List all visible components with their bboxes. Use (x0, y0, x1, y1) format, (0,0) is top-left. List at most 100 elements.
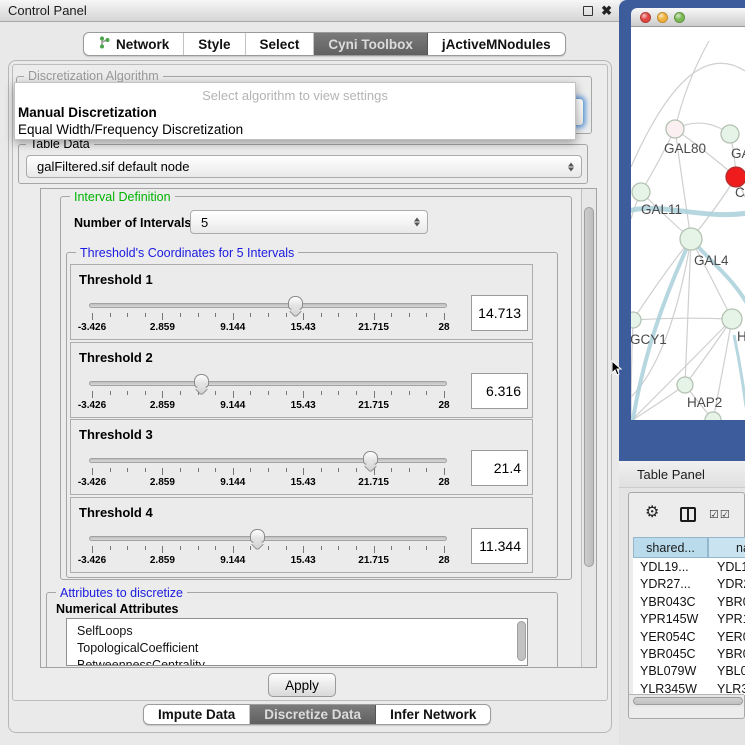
dropdown-item-equal-width[interactable]: Equal Width/Frequency Discretization (18, 122, 243, 137)
network-node[interactable] (680, 228, 702, 250)
table-row-cell[interactable]: YDR2 (717, 577, 745, 591)
traffic-light-close-icon[interactable] (640, 12, 651, 23)
attributes-list-scrollbar[interactable] (517, 619, 527, 665)
network-node[interactable] (631, 312, 641, 328)
select-columns-checkboxes-icon[interactable]: ☑☑ (709, 508, 731, 521)
threshold-slider-track[interactable] (89, 381, 447, 386)
threshold-slider-track[interactable] (89, 458, 447, 463)
threshold-value-field[interactable]: 11.344 (471, 528, 528, 564)
tab-infer-network[interactable]: Infer Network (376, 705, 490, 724)
threshold-value-field[interactable]: 14.713 (471, 295, 528, 331)
network-node-selected[interactable] (726, 167, 745, 187)
tab-label: Cyni Toolbox (328, 37, 413, 52)
network-edge[interactable] (691, 239, 732, 319)
attributes-list-scrollbar-thumb[interactable] (517, 621, 526, 661)
settings-scrollbar[interactable] (581, 189, 596, 667)
traffic-light-zoom-icon[interactable] (674, 12, 685, 23)
table-data-combobox[interactable]: galFiltered.sif default node (26, 155, 582, 178)
threshold-panel: Threshold 2-3.4262.8599.14415.4321.71528… (70, 342, 533, 418)
network-node[interactable] (721, 125, 739, 143)
table-rows[interactable]: YDL19... YDL1 YDR27... YDR2 YBR043C YBR0 YPR14… (633, 558, 745, 695)
tab-impute-data[interactable]: Impute Data (144, 705, 250, 724)
table-row-cell[interactable]: YBL0 (717, 664, 745, 678)
network-edge-highlighted[interactable] (691, 239, 745, 305)
table-row-cell[interactable]: YBR045C (640, 647, 696, 661)
apply-button[interactable]: Apply (268, 673, 336, 697)
slider-tick-label: -3.426 (78, 477, 106, 488)
slider-tick-mark (162, 546, 163, 553)
slider-tick-mark (338, 391, 339, 395)
float-window-icon[interactable] (583, 6, 593, 16)
table-row-cell[interactable]: YDR27... (640, 577, 691, 591)
threshold-slider-track[interactable] (89, 536, 447, 541)
table-header-shared-name[interactable]: shared... (633, 537, 708, 558)
number-of-intervals-combobox[interactable]: 5 (190, 210, 428, 234)
attribute-list-item[interactable]: TopologicalCoefficient (67, 640, 527, 657)
traffic-light-minimize-icon[interactable] (657, 12, 668, 23)
table-row-cell[interactable]: YDL19... (640, 560, 689, 574)
slider-tick-mark (110, 313, 111, 317)
table-row-cell[interactable]: YBR043C (640, 595, 696, 609)
tab-network[interactable]: Network (84, 33, 184, 55)
network-canvas[interactable]: GAL80GACGAL11GAL4GCY1HHAP2 (631, 27, 745, 420)
dropdown-placeholder-item[interactable]: Select algorithm to view settings (15, 88, 575, 103)
tab-jactivemnodules[interactable]: jActiveMNodules (428, 33, 565, 55)
network-edge-highlighted[interactable] (734, 335, 745, 407)
slider-tick-mark (391, 391, 392, 395)
table-horizontal-scrollbar[interactable] (629, 694, 744, 707)
table-row-cell[interactable]: YPR145W (640, 612, 698, 626)
slider-tick-label: 15.43 (291, 322, 316, 333)
network-node[interactable] (632, 183, 650, 201)
tab-cyni-toolbox[interactable]: Cyni Toolbox (314, 33, 428, 55)
gear-icon[interactable]: ⚙ (645, 505, 659, 521)
slider-tick-label: 21.715 (358, 322, 389, 333)
table-row-cell[interactable]: YBR0 (717, 647, 745, 661)
table-row-cell[interactable]: YDL1 (717, 560, 745, 574)
dropdown-item-manual-discretization[interactable]: Manual Discretization (18, 105, 157, 120)
network-edge[interactable] (633, 318, 732, 320)
slider-tick-mark (356, 468, 357, 472)
network-node[interactable] (666, 120, 684, 138)
close-icon[interactable]: ✖ (601, 6, 612, 16)
slider-tick-mark (198, 468, 199, 472)
network-node[interactable] (722, 309, 742, 329)
tab-discretize-data[interactable]: Discretize Data (250, 705, 376, 724)
threshold-slider-track[interactable] (89, 303, 447, 308)
top-tab-bar: NetworkStyleSelect Cyni Toolbox jActiveMNo… (83, 32, 566, 56)
tab-style[interactable]: Style (184, 33, 245, 55)
slider-tick-mark (180, 391, 181, 395)
network-node[interactable] (677, 377, 693, 393)
slider-tick-mark (145, 468, 146, 472)
settings-scrollbar-thumb[interactable] (584, 207, 594, 567)
network-edge[interactable] (685, 319, 732, 385)
slider-tick-label: 21.715 (358, 555, 389, 566)
table-row-cell[interactable]: YBL079W (640, 664, 696, 678)
threshold-slider-handle[interactable] (363, 451, 378, 465)
table-row-cell[interactable]: YER054C (640, 630, 696, 644)
table-row-cell[interactable]: YPR1 (717, 612, 745, 626)
table-hscrollbar-thumb[interactable] (633, 697, 743, 705)
attribute-list-item[interactable]: BetweennessCentrality (67, 657, 527, 666)
threshold-slider-handle[interactable] (288, 296, 303, 310)
bottom-tab-bar: Impute DataDiscretize DataInfer Network (143, 704, 491, 725)
slider-tick-mark (374, 391, 375, 398)
tab-select[interactable]: Select (246, 33, 315, 55)
numerical-attributes-list[interactable]: SelfLoopsTopologicalCoefficientBetweenne… (66, 618, 528, 666)
table-header-name[interactable]: name (708, 537, 745, 558)
threshold-value-field[interactable]: 21.4 (471, 450, 528, 486)
slider-tick-mark (110, 468, 111, 472)
slider-tick-mark (426, 546, 427, 550)
interval-definition-title: Interval Definition (70, 190, 175, 204)
slider-tick-mark (391, 546, 392, 550)
threshold-slider-handle[interactable] (250, 529, 265, 543)
threshold-value-field[interactable]: 6.316 (471, 373, 528, 409)
attribute-list-item[interactable]: SelfLoops (67, 623, 527, 640)
slider-tick-mark (374, 546, 375, 553)
columns-icon[interactable] (680, 507, 696, 522)
slider-tick-mark (92, 546, 93, 553)
table-row-cell[interactable]: YBR0 (717, 595, 745, 609)
threshold-slider-handle[interactable] (194, 374, 209, 388)
slider-tick-mark (338, 468, 339, 472)
table-row-cell[interactable]: YER0 (717, 630, 745, 644)
network-edge[interactable] (641, 129, 675, 192)
